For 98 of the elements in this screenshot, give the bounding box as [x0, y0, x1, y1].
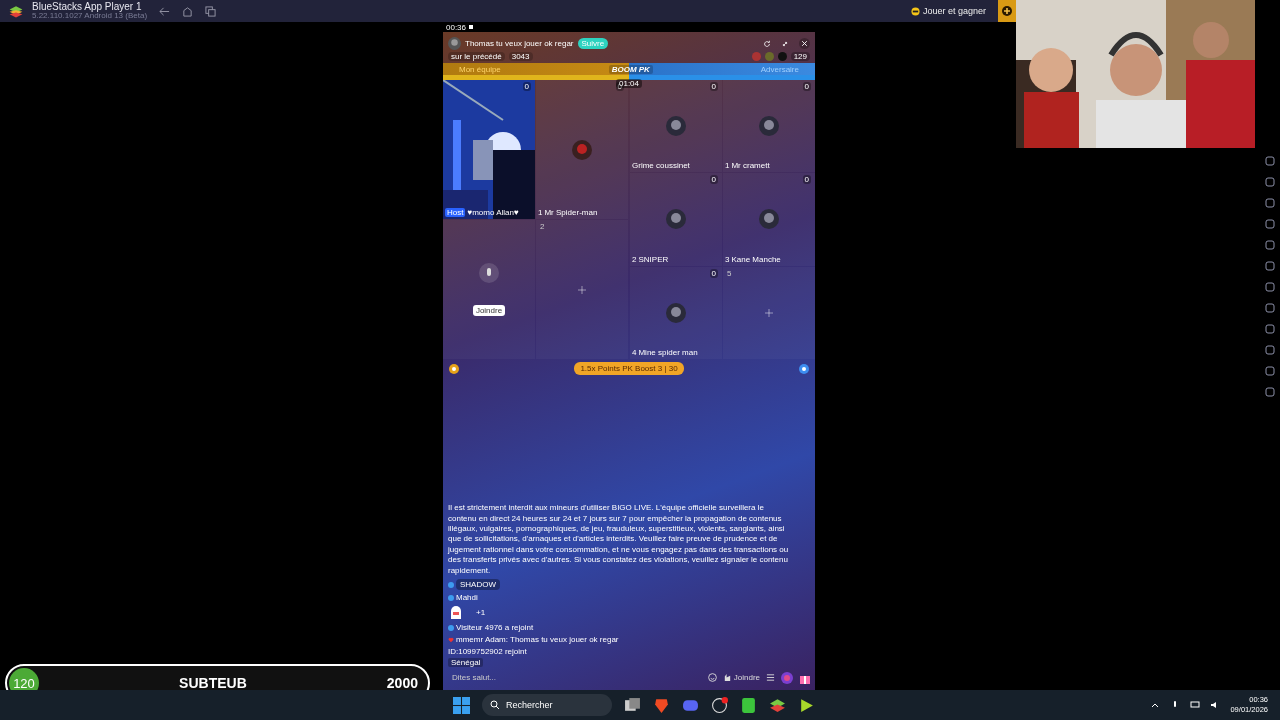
plus-icon[interactable]: [765, 308, 773, 317]
play-and-win-button[interactable]: Jouer et gagner: [906, 6, 990, 16]
home-icon[interactable]: [182, 5, 194, 17]
search-field[interactable]: Rechercher: [482, 694, 612, 716]
menu-icon[interactable]: [766, 673, 775, 682]
seat-tile[interactable]: Joindre: [443, 220, 535, 359]
goal-target: 2000: [386, 675, 418, 691]
seat-score: 0: [709, 82, 718, 91]
back-arrow-icon[interactable]: [159, 5, 171, 17]
level-badge-icon: [448, 624, 454, 631]
toolbar-icon[interactable]: [1264, 155, 1276, 167]
seat-number: 3: [725, 254, 730, 264]
seat-score: 0: [802, 175, 811, 185]
microphone-icon[interactable]: [479, 263, 499, 283]
avatar-icon[interactable]: [666, 116, 686, 137]
seat-number: 1: [725, 161, 730, 171]
toolbar-icon[interactable]: [1264, 281, 1276, 293]
seat-tile[interactable]: 0 1 Mr cramett: [723, 80, 815, 173]
join-message: Visiteur 4976 a rejoint: [456, 623, 534, 632]
seat-tile[interactable]: 0 2 SNIPER: [630, 173, 722, 266]
play-app-icon[interactable]: [798, 696, 815, 714]
join-button[interactable]: Joindre: [722, 673, 760, 682]
team-label: Mon équipe: [459, 64, 501, 74]
chat-message: Thomas tu veux jouer ok regar: [510, 635, 619, 644]
seat-score: 0: [709, 175, 718, 185]
toolbar-icon[interactable]: [1264, 344, 1276, 356]
seat-tile[interactable]: 0 3 Kane Manche: [723, 173, 815, 266]
seat-score: 0: [709, 268, 718, 278]
toolbar-icon[interactable]: [1264, 323, 1276, 335]
stacked-layers-logo-icon: [8, 4, 24, 18]
avatar-icon[interactable]: [572, 139, 592, 160]
refresh-icon[interactable]: [763, 39, 771, 48]
country-tag: Sénégal: [448, 658, 484, 667]
close-icon[interactable]: [799, 38, 810, 49]
avatar-icon[interactable]: [759, 116, 779, 137]
seat-number: 5: [727, 268, 732, 278]
avatar-icon[interactable]: [759, 209, 779, 230]
toolbar-icon[interactable]: [1264, 302, 1276, 314]
user-name[interactable]: mmemr Adam:: [456, 635, 508, 644]
host-badge: Host: [445, 208, 466, 217]
user-name[interactable]: SHADOW: [456, 579, 500, 590]
expand-icon[interactable]: [781, 39, 789, 48]
coin-count: 3043: [508, 52, 533, 61]
avatar-icon[interactable]: [666, 302, 686, 323]
toolbar-icon[interactable]: [1264, 386, 1276, 398]
seat-number: 2: [540, 222, 545, 231]
member-name: Grime coussinet: [632, 161, 690, 171]
boost-pill[interactable]: 1.5x Points PK Boost 3 | 30: [574, 362, 684, 375]
search-icon: [490, 700, 500, 710]
version-text: 5.22.110.1027 Android 13 (Beta): [32, 12, 148, 20]
team-label: Adversaire: [760, 64, 799, 74]
seat-number: 4: [632, 348, 637, 357]
member-name: ♥momo Allan♥: [467, 208, 519, 217]
seat-score: 0: [802, 82, 811, 91]
smiley-icon[interactable]: [707, 673, 717, 682]
ghost-sticker-icon: [448, 604, 464, 620]
member-name: Mr Spider-man: [544, 208, 598, 217]
toolbar-icon[interactable]: [1264, 365, 1276, 377]
stacked-layers-app-icon[interactable]: [769, 696, 786, 714]
room-title: Thomas tu veux jouer ok regar: [465, 39, 574, 48]
host-avatar-icon: [448, 37, 461, 50]
hand-icon: [722, 673, 732, 682]
seat-number: 2: [632, 254, 637, 264]
rank-tag[interactable]: sur le précédé: [448, 52, 505, 61]
network-icon[interactable]: [1190, 700, 1201, 710]
toolbar-icon[interactable]: [1264, 176, 1276, 188]
heart-icon: [448, 636, 454, 643]
task-view-icon[interactable]: [624, 696, 641, 714]
record-app-icon[interactable]: [711, 696, 728, 714]
seat-tile[interactable]: 2: [536, 220, 628, 359]
member-name: Kane Manche: [731, 254, 781, 264]
toolbar-icon[interactable]: [1264, 260, 1276, 272]
seat-tile[interactable]: 0 4 Mine spider man: [630, 266, 722, 359]
seat-score: 0: [522, 82, 531, 91]
viewer-count[interactable]: 129: [790, 52, 810, 61]
member-name: SNIPER: [638, 254, 669, 264]
windows-logo-icon[interactable]: [453, 696, 470, 714]
member-name: Mr cramett: [731, 161, 770, 171]
windows-icon[interactable]: [205, 5, 217, 17]
comment-input[interactable]: Dites salut...: [449, 671, 702, 684]
toolbar-icon[interactable]: [1264, 197, 1276, 209]
seat-tile[interactable]: 5: [723, 266, 815, 359]
seat-number: 1: [538, 208, 543, 217]
seat-tile[interactable]: 0 Host ♥momo Allan♥: [443, 80, 535, 219]
clock-text: 00:36: [446, 22, 467, 32]
avatar-icon[interactable]: [666, 209, 686, 230]
join-message: ID:1099752902 rejoint: [448, 647, 527, 656]
toolbar-icon[interactable]: [1264, 218, 1276, 230]
join-chip[interactable]: Joindre: [472, 305, 506, 316]
window-title: BlueStacks App Player 1: [32, 2, 143, 12]
member-name: Mine spider man: [638, 348, 698, 357]
user-name[interactable]: Mahdi: [456, 593, 478, 602]
safety-notice: Il est strictement interdit aux mineurs d'utiliser BIGO LIVE. L'équipe officielle surveillera le contenu en direct 24 heures sur 24 et 7 jours sur 7 pour empêcher la propagation de contenus illégaux, vulgaires, pornographiques, de jeu, frauduleux, superstitieux, violents, sanglants, ainsi que de sollicitations, d'arnaques et d'articles interdits. Veuillez faire preuve de prudence et de jugement rationnel dans votre consommation, et ne vous engagez pas dans des transactions ou des transferts privés avec d'autres. Si vous constatez des violations, veuillez signaler le contenu rapidement.: [448, 503, 790, 576]
plus-icon[interactable]: [578, 285, 586, 294]
toolbar-icon[interactable]: [1264, 239, 1276, 251]
sticker-count: +1: [476, 607, 486, 617]
goal-title: SUBTEUB: [179, 675, 247, 691]
plus-badge-icon[interactable]: [998, 0, 1016, 22]
